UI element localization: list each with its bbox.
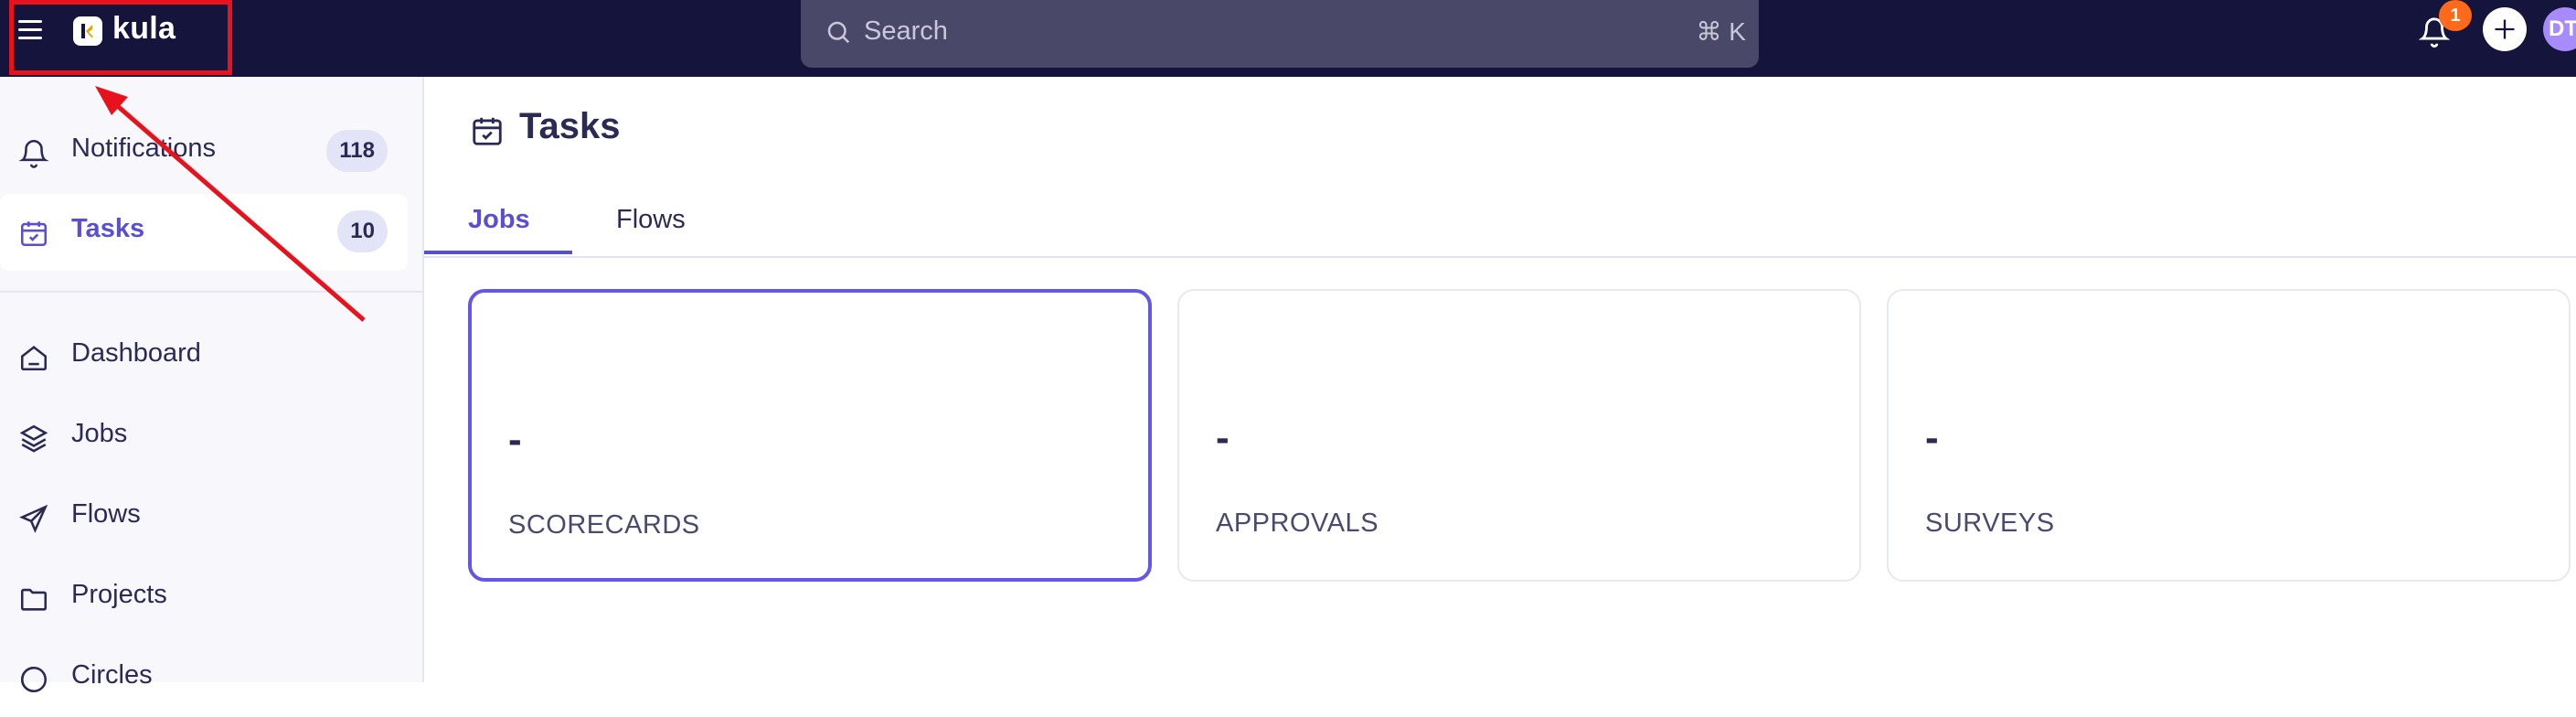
folder-icon bbox=[20, 588, 48, 611]
bell-icon bbox=[18, 140, 49, 168]
sidebar-item-circles[interactable]: Circles bbox=[0, 640, 408, 717]
sidebar-item-dashboard[interactable]: Dashboard bbox=[0, 318, 408, 395]
layers-icon bbox=[19, 424, 48, 453]
surveys-caption: SURVEYS bbox=[1925, 508, 2055, 538]
scorecards-value: - bbox=[508, 417, 522, 462]
sidebar: Notifications 118 Tasks 10 Dashboard Job… bbox=[0, 77, 424, 693]
surveys-card[interactable]: - SURVEYS bbox=[1887, 289, 2571, 582]
active-tab-indicator bbox=[424, 251, 572, 254]
circles-icon bbox=[20, 666, 48, 693]
page-title: Tasks bbox=[519, 106, 621, 146]
sidebar-divider bbox=[0, 291, 422, 293]
sidebar-item-flows[interactable]: Flows bbox=[0, 479, 408, 556]
annotation-highlight-box bbox=[9, 0, 232, 75]
scorecards-caption: SCORECARDS bbox=[508, 510, 700, 540]
calendar-check-icon bbox=[20, 221, 48, 247]
approvals-card[interactable]: - APPROVALS bbox=[1177, 289, 1861, 582]
search-bar[interactable]: Search ⌘ K bbox=[801, 0, 1759, 68]
tab-flows[interactable]: Flows bbox=[616, 205, 686, 235]
sidebar-item-projects[interactable]: Projects bbox=[0, 560, 408, 637]
sidebar-item-label: Circles bbox=[71, 660, 153, 690]
sidebar-item-tasks[interactable]: Tasks 10 bbox=[0, 194, 408, 271]
sidebar-item-jobs[interactable]: Jobs bbox=[0, 399, 408, 476]
search-placeholder: Search bbox=[864, 16, 948, 46]
tasks-count-badge: 10 bbox=[337, 210, 388, 252]
tab-bar: Jobs Flows bbox=[424, 183, 2576, 258]
surveys-value: - bbox=[1925, 415, 1939, 460]
add-button[interactable] bbox=[2483, 7, 2527, 51]
sidebar-item-label: Dashboard bbox=[71, 338, 201, 368]
sidebar-item-label: Projects bbox=[71, 580, 167, 609]
notification-badge: 1 bbox=[2439, 0, 2472, 31]
notifications-count-badge: 118 bbox=[326, 130, 388, 172]
home-icon bbox=[20, 346, 48, 371]
plus-icon bbox=[2495, 19, 2515, 39]
approvals-value: - bbox=[1216, 415, 1229, 460]
sidebar-item-notifications[interactable]: Notifications 118 bbox=[0, 113, 408, 190]
search-icon bbox=[827, 21, 850, 44]
approvals-caption: APPROVALS bbox=[1216, 508, 1379, 538]
calendar-check-icon bbox=[473, 117, 502, 145]
sidebar-item-label: Tasks bbox=[71, 214, 145, 243]
top-bar: kula Search ⌘ K 1 DT bbox=[0, 0, 2576, 77]
tab-jobs[interactable]: Jobs bbox=[468, 205, 530, 235]
send-icon bbox=[19, 504, 48, 533]
sidebar-item-label: Jobs bbox=[71, 419, 128, 448]
scorecards-card[interactable]: - SCORECARDS bbox=[468, 289, 1152, 582]
search-shortcut: ⌘ K bbox=[1696, 17, 1746, 46]
sidebar-item-label: Notifications bbox=[71, 134, 216, 163]
sidebar-item-label: Flows bbox=[71, 499, 141, 529]
user-avatar[interactable]: DT bbox=[2543, 7, 2576, 51]
